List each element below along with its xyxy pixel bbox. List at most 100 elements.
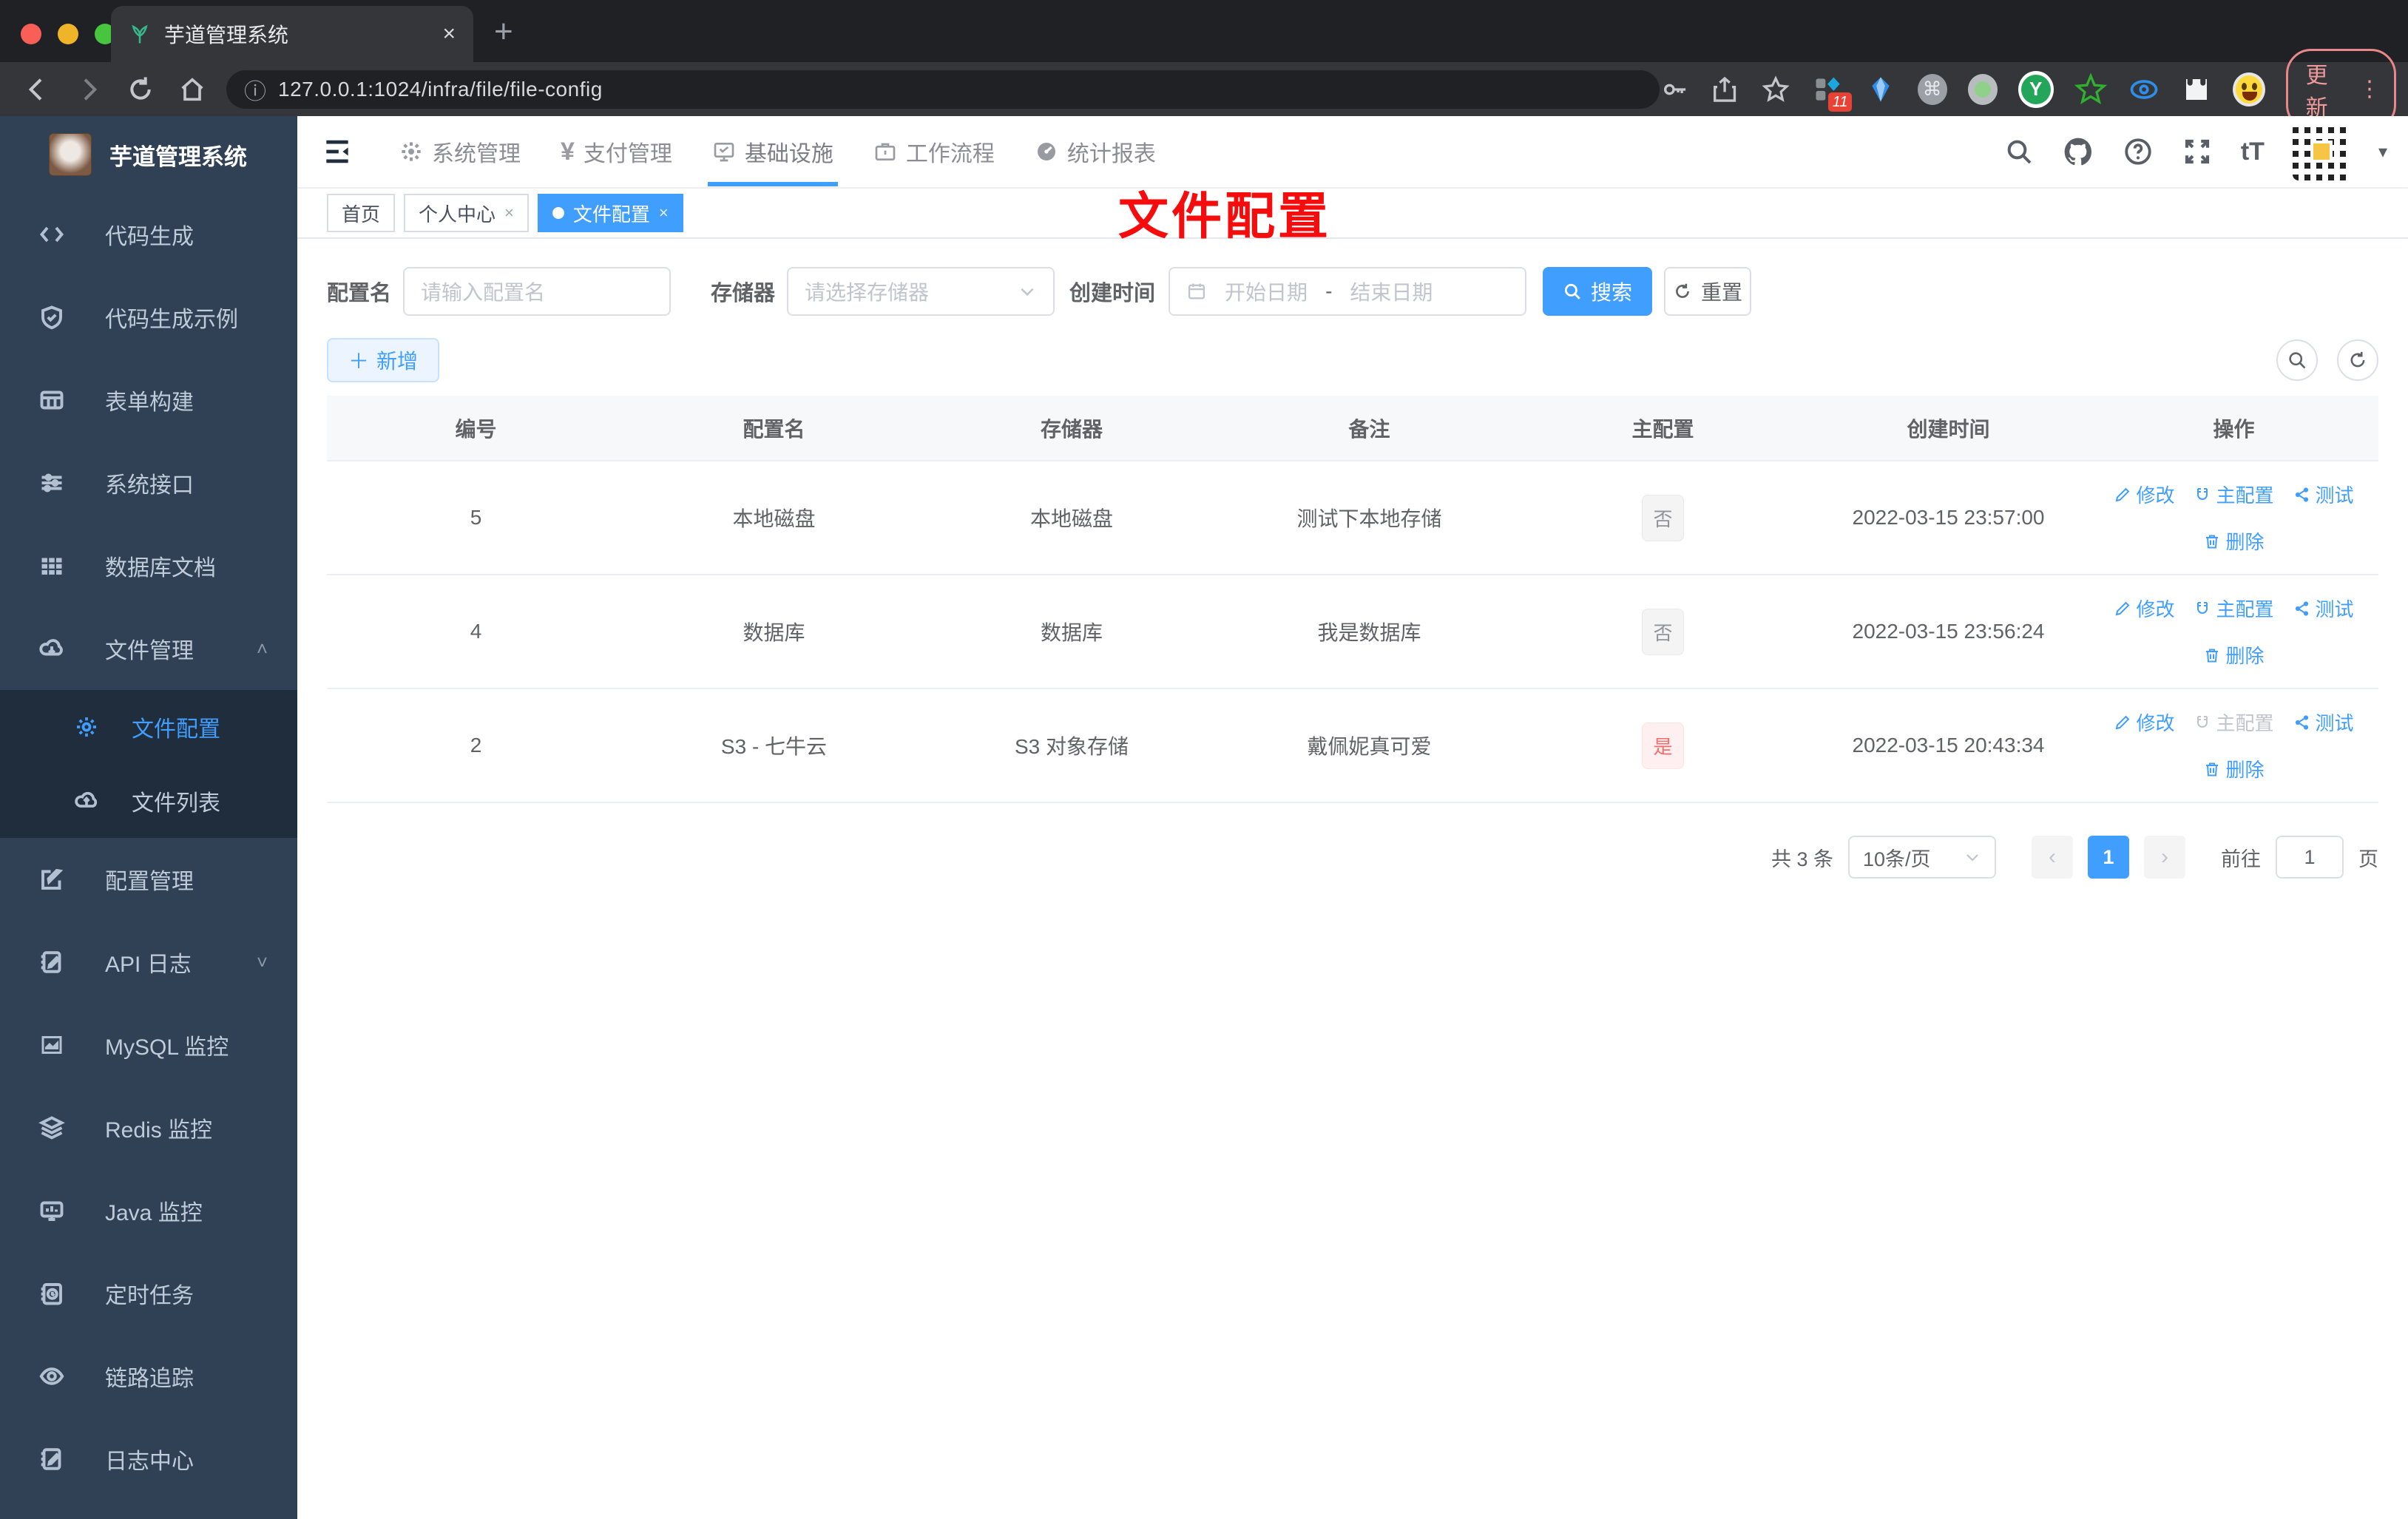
extension-gem-icon[interactable] xyxy=(1865,73,1896,106)
reload-icon[interactable] xyxy=(126,75,155,104)
table-toolbar: ＋ 新增 xyxy=(327,338,2378,382)
sidebar-item-file-mgmt[interactable]: 文件管理 ˄ xyxy=(0,607,297,690)
forward-icon[interactable] xyxy=(74,75,104,104)
browser-menu-icon[interactable]: ⋮ xyxy=(2358,76,2381,102)
show-search-toggle-button[interactable] xyxy=(2276,339,2318,381)
extension-eye-icon[interactable] xyxy=(2128,73,2160,106)
test-link[interactable]: 测试 xyxy=(2293,595,2354,622)
sidebar-item-label: MySQL 监控 xyxy=(105,1035,229,1060)
sidebar-item-file-config[interactable]: 文件配置 xyxy=(0,690,297,764)
form-icon xyxy=(40,390,64,410)
nav-item-payment[interactable]: ¥ 支付管理 xyxy=(561,115,672,188)
edit-link[interactable]: 修改 xyxy=(2114,481,2174,508)
edit-link[interactable]: 修改 xyxy=(2114,595,2174,622)
edit-link[interactable]: 修改 xyxy=(2114,708,2174,736)
prev-page-button[interactable]: ‹ xyxy=(2032,836,2073,879)
cell-created: 2022-03-15 23:56:24 xyxy=(1807,575,2089,689)
col-header-actions: 操作 xyxy=(2089,396,2378,461)
eye-icon xyxy=(39,1367,64,1385)
delete-link[interactable]: 删除 xyxy=(2203,527,2265,555)
search-icon[interactable] xyxy=(2004,137,2034,166)
new-tab-button[interactable]: + xyxy=(494,13,513,50)
sidebar-item-cron[interactable]: 定时任务 xyxy=(0,1252,297,1335)
tab-close-icon[interactable]: × xyxy=(442,21,456,47)
test-label: 测试 xyxy=(2315,598,2354,620)
share-icon[interactable] xyxy=(1710,74,1739,105)
extensions-puzzle-icon[interactable] xyxy=(2181,73,2212,106)
test-link[interactable]: 测试 xyxy=(2293,481,2354,508)
sidebar-item-log-center[interactable]: 日志中心 xyxy=(0,1418,297,1501)
tag-close-icon[interactable]: × xyxy=(504,203,514,223)
extension-star-icon[interactable] xyxy=(2074,72,2107,106)
sidebar-item-codegen[interactable]: 代码生成 xyxy=(0,193,297,276)
shield-check-icon xyxy=(41,305,62,330)
nav-item-workflow[interactable]: 工作流程 xyxy=(873,115,995,188)
extension-tabs-icon[interactable]: 11 xyxy=(1812,73,1853,112)
window-close-button[interactable] xyxy=(21,24,41,44)
sidebar-item-codegen-demo[interactable]: 代码生成示例 xyxy=(0,276,297,359)
tag-close-icon[interactable]: × xyxy=(659,203,669,223)
master-link[interactable]: 主配置 xyxy=(2194,481,2274,508)
extension-y-icon[interactable]: Y xyxy=(2018,70,2054,108)
delete-label: 删除 xyxy=(2225,759,2265,781)
sidebar-item-form-builder[interactable]: 表单构建 xyxy=(0,359,297,442)
page-1-button[interactable]: 1 xyxy=(2088,836,2129,879)
user-avatar-qr[interactable] xyxy=(2292,123,2350,180)
password-key-icon[interactable] xyxy=(1660,74,1689,105)
home-icon[interactable] xyxy=(177,75,207,104)
cell-id: 5 xyxy=(327,461,625,575)
font-size-icon[interactable]: tT xyxy=(2241,138,2265,166)
add-label: 新增 xyxy=(376,350,419,373)
page-size-select[interactable]: 10条/页 xyxy=(1848,836,1996,879)
site-info-icon[interactable]: ⓘ xyxy=(244,73,266,106)
sidebar-item-redis[interactable]: Redis 监控 xyxy=(0,1086,297,1169)
sidebar-item-java[interactable]: Java 监控 xyxy=(0,1169,297,1252)
window-controls[interactable] xyxy=(21,24,115,44)
sidebar-item-mysql[interactable]: MySQL 监控 xyxy=(0,1004,297,1086)
user-caret-down-icon[interactable]: ▾ xyxy=(2378,141,2387,163)
test-link[interactable]: 测试 xyxy=(2293,708,2354,736)
edit-label: 修改 xyxy=(2136,598,2175,620)
sidebar-item-trace[interactable]: 链路追踪 xyxy=(0,1335,297,1418)
sidebar-item-db-doc[interactable]: 数据库文档 xyxy=(0,524,297,607)
next-page-button[interactable]: › xyxy=(2144,836,2185,879)
window-minimize-button[interactable] xyxy=(58,24,78,44)
nav-item-system[interactable]: 系统管理 xyxy=(399,115,521,188)
storage-filter-select[interactable]: 请选择存储器 xyxy=(787,267,1055,316)
sidebar-item-api-log[interactable]: API 日志 ˅ xyxy=(0,921,297,1004)
delete-link[interactable]: 删除 xyxy=(2203,755,2265,782)
refresh-table-button[interactable] xyxy=(2337,339,2378,381)
url-bar[interactable]: ⓘ 127.0.0.1:1024/infra/file/file-config xyxy=(226,70,1660,109)
help-icon[interactable] xyxy=(2123,136,2154,167)
date-range-input[interactable]: 开始日期 - 结束日期 xyxy=(1169,267,1527,316)
yen-icon: ¥ xyxy=(561,137,575,166)
name-filter-input[interactable]: 请输入配置名 xyxy=(403,267,672,316)
nav-label: 系统管理 xyxy=(432,142,521,166)
extension-emoji-icon[interactable] xyxy=(2232,72,2265,106)
sidebar-fold-icon[interactable] xyxy=(321,135,354,168)
search-button[interactable]: 搜索 xyxy=(1543,267,1653,316)
back-icon[interactable] xyxy=(22,75,52,104)
add-button[interactable]: ＋ 新增 xyxy=(327,338,439,382)
bookmark-star-icon[interactable] xyxy=(1760,73,1791,106)
goto-page-input[interactable] xyxy=(2276,836,2344,879)
extension-dot-icon[interactable] xyxy=(1967,73,1998,105)
goto-label: 前往 xyxy=(2221,848,2261,870)
nav-item-infra[interactable]: 基础设施 xyxy=(707,115,838,188)
sidebar-item-file-list[interactable]: 文件列表 xyxy=(0,764,297,838)
tag-home[interactable]: 首页 xyxy=(327,194,396,232)
extension-command-icon[interactable]: ⌘ xyxy=(1917,73,1947,105)
master-badge: 否 xyxy=(1642,494,1684,541)
tag-file-config[interactable]: 文件配置 × xyxy=(537,194,683,232)
tag-profile[interactable]: 个人中心 × xyxy=(404,194,529,232)
sidebar-item-config-mgmt[interactable]: 配置管理 xyxy=(0,838,297,921)
fullscreen-icon[interactable] xyxy=(2182,136,2213,167)
github-icon[interactable] xyxy=(2062,135,2094,168)
reset-button[interactable]: 重置 xyxy=(1664,267,1752,316)
file-config-table: 编号 配置名 存储器 备注 主配置 创建时间 操作 5 本地磁盘 本地磁盘 测试… xyxy=(327,396,2378,803)
sidebar-item-system-api[interactable]: 系统接口 xyxy=(0,442,297,524)
delete-link[interactable]: 删除 xyxy=(2203,641,2265,669)
browser-tab[interactable]: 芋道管理系统 × xyxy=(111,6,473,62)
master-link[interactable]: 主配置 xyxy=(2194,595,2274,622)
sliders-icon xyxy=(41,473,62,493)
